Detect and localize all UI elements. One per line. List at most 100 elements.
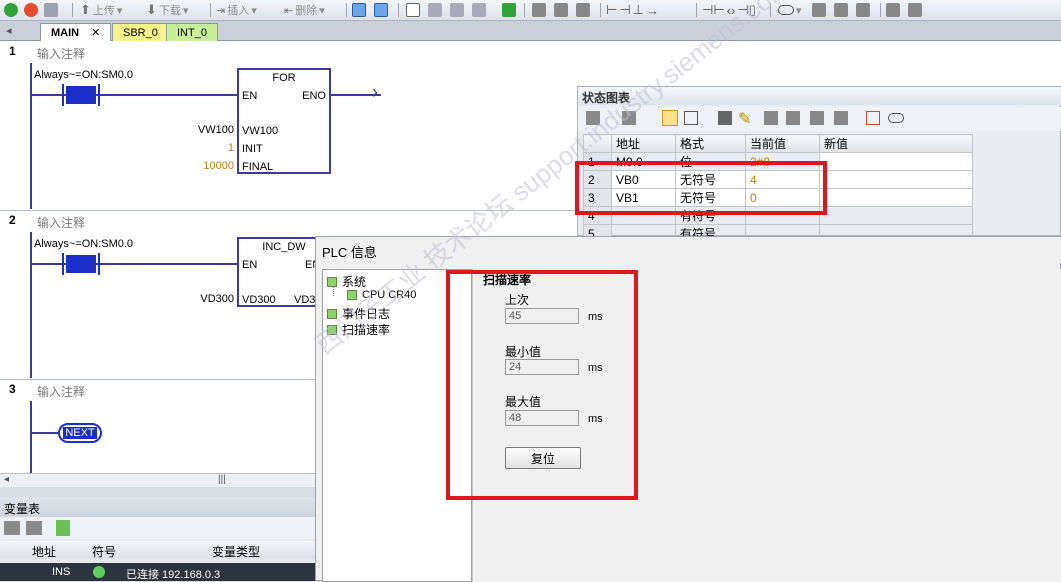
toolbar-btn-4[interactable] (428, 2, 442, 18)
tree-item-cpu[interactable]: CPU CR40 (347, 289, 416, 301)
contact-icon: ⊣⊢ (702, 2, 725, 17)
col-var-type[interactable]: 变量类型 (212, 543, 260, 560)
stop-button[interactable] (24, 2, 38, 18)
insert-button[interactable]: ⇥ 插入 ▾ (216, 2, 257, 18)
tool-icon (428, 3, 442, 17)
contact-label: Always~=ON:SM0.0 (34, 238, 134, 250)
network-number: 3 (9, 382, 16, 396)
label-icon[interactable] (888, 113, 904, 123)
contact-symbol[interactable] (62, 253, 100, 275)
for-box[interactable]: FOR EN ENO VW100 INIT FINAL (237, 68, 331, 174)
table-row[interactable]: 1 M0.0 位 2#0 (583, 152, 973, 171)
network-comment[interactable]: 输入注释 (37, 214, 85, 231)
insert-label: 插入 (227, 5, 250, 17)
param-final[interactable]: 10000 (180, 160, 234, 172)
scroll-grip-icon[interactable]: ||| (218, 474, 226, 485)
contact-label: Always~=ON:SM0.0 (34, 69, 134, 81)
plc-info-tree[interactable]: 系统 CPU CR40 事件日志 扫描速率 (322, 269, 472, 582)
pause-icon[interactable] (684, 111, 698, 125)
toolbar-btn-16[interactable] (908, 2, 922, 18)
box-icon (406, 3, 420, 17)
element-tools[interactable]: ⊣⊢ ‹› ⊣▯ (702, 2, 756, 18)
lock-icon[interactable] (786, 111, 800, 125)
last-label: 上次 (505, 293, 530, 307)
toolbar-btn-9[interactable] (554, 2, 568, 18)
toolbar-btn-5[interactable] (450, 2, 464, 18)
glasses-icon[interactable] (718, 111, 732, 125)
toolbar-btn-11[interactable]: ▾ (778, 2, 802, 18)
arrow-right-icon: › (372, 82, 378, 102)
col-address[interactable]: 地址 (32, 543, 56, 560)
delete-button[interactable]: ⇤ 删除 ▾ (284, 2, 325, 18)
plc-info-dialog: PLC 信息 系统 CPU CR40 事件日志 扫描速率 扫描速率 上次 45 … (315, 236, 1061, 582)
upload-button[interactable]: ⬆ 上传 ▾ (80, 2, 122, 18)
delete-row-icon[interactable] (622, 111, 636, 125)
compile-icon (44, 3, 58, 17)
toolbar-btn-13[interactable] (834, 2, 848, 18)
delete-row-icon[interactable] (26, 521, 42, 535)
toolbar-btn-15[interactable] (886, 2, 900, 18)
tab-main-label: MAIN (51, 26, 80, 39)
table-row[interactable]: 2 VB0 无符号 4 (583, 170, 973, 189)
table-row[interactable]: 4 有符号 (583, 206, 973, 225)
chevron-down-icon: ▾ (182, 4, 189, 17)
reset-button[interactable]: 复位 (505, 447, 581, 469)
param-in[interactable]: VD300 (180, 293, 234, 305)
edit-icon (856, 3, 870, 17)
tree-item-event-log[interactable]: 事件日志 (327, 305, 390, 322)
variable-icon[interactable] (56, 520, 70, 536)
lock-icon[interactable] (764, 111, 778, 125)
unit-label: ms (588, 362, 603, 374)
editor-tab-bar: ◂ MAIN ✕ SBR_0 INT_0 (0, 21, 1061, 41)
add-row-icon[interactable] (586, 111, 600, 125)
param-index[interactable]: VW100 (180, 124, 234, 136)
chart-icon[interactable] (866, 111, 880, 125)
status-ok-icon (327, 308, 337, 319)
toolbar-btn-12[interactable] (812, 2, 826, 18)
col-new-value[interactable]: 新值 (819, 134, 973, 153)
toolbar-btn-8[interactable] (532, 2, 546, 18)
next-coil[interactable]: NEXT (58, 423, 102, 443)
horizontal-scrollbar[interactable]: ◂ ||| (0, 473, 315, 487)
toolbar-btn-3[interactable] (406, 2, 420, 18)
lock-icon[interactable] (810, 111, 824, 125)
last-scan-field: 45 (505, 308, 579, 324)
param-init[interactable]: 1 (180, 142, 234, 154)
tree-item-scan-rate[interactable]: 扫描速率 (327, 321, 390, 338)
network-comment[interactable]: 输入注释 (37, 45, 85, 62)
upload-label: 上传 (92, 5, 115, 17)
col-address[interactable]: 地址 (611, 134, 676, 153)
trend-icon[interactable] (834, 111, 848, 125)
status-chart-grid[interactable]: 地址 格式 当前值 新值 1 M0.0 位 2#0 2 VB0 无符号 4 3 … (583, 134, 973, 243)
tab-main[interactable]: MAIN ✕ (40, 23, 112, 41)
status-chart-toolbar: ✎ (578, 107, 1061, 131)
toolbar-btn-7[interactable] (502, 2, 516, 18)
col-symbol[interactable]: 符号 (92, 543, 116, 560)
run-button[interactable] (4, 2, 18, 18)
contact-symbol[interactable] (62, 84, 100, 106)
tab-int0[interactable]: INT_0 (166, 23, 218, 41)
toolbar-btn-10[interactable] (576, 2, 590, 18)
col-current-value[interactable]: 当前值 (745, 134, 820, 153)
toolbar-btn-14[interactable] (856, 2, 870, 18)
toolbar-btn-2[interactable] (374, 2, 388, 18)
monitor-icon[interactable] (662, 110, 678, 126)
connected-icon (93, 566, 105, 578)
chevron-left-icon[interactable]: ◂ (6, 24, 12, 37)
close-icon[interactable]: ✕ (91, 26, 100, 39)
plc-info-title: PLC 信息 (316, 237, 1061, 263)
col-format[interactable]: 格式 (675, 134, 746, 153)
network-comment[interactable]: 输入注释 (37, 383, 85, 400)
panel-title: 扫描速率 (483, 273, 532, 287)
ladder-tools[interactable]: ⊢ ⊣ ⊥ → (606, 2, 659, 18)
download-button[interactable]: ⬇ 下载 ▾ (146, 2, 188, 18)
table-row[interactable]: 3 VB1 无符号 0 (583, 188, 973, 207)
tab-sbr0[interactable]: SBR_0 (112, 23, 169, 41)
toolbar-btn-1[interactable] (352, 2, 366, 18)
chevron-left-icon[interactable]: ◂ (4, 474, 9, 485)
compile-button[interactable] (44, 2, 58, 18)
toolbar-btn-6[interactable] (472, 2, 486, 18)
insert-row-icon[interactable] (4, 521, 20, 535)
note-icon (908, 3, 922, 17)
pencil-icon[interactable]: ✎ (738, 109, 751, 129)
